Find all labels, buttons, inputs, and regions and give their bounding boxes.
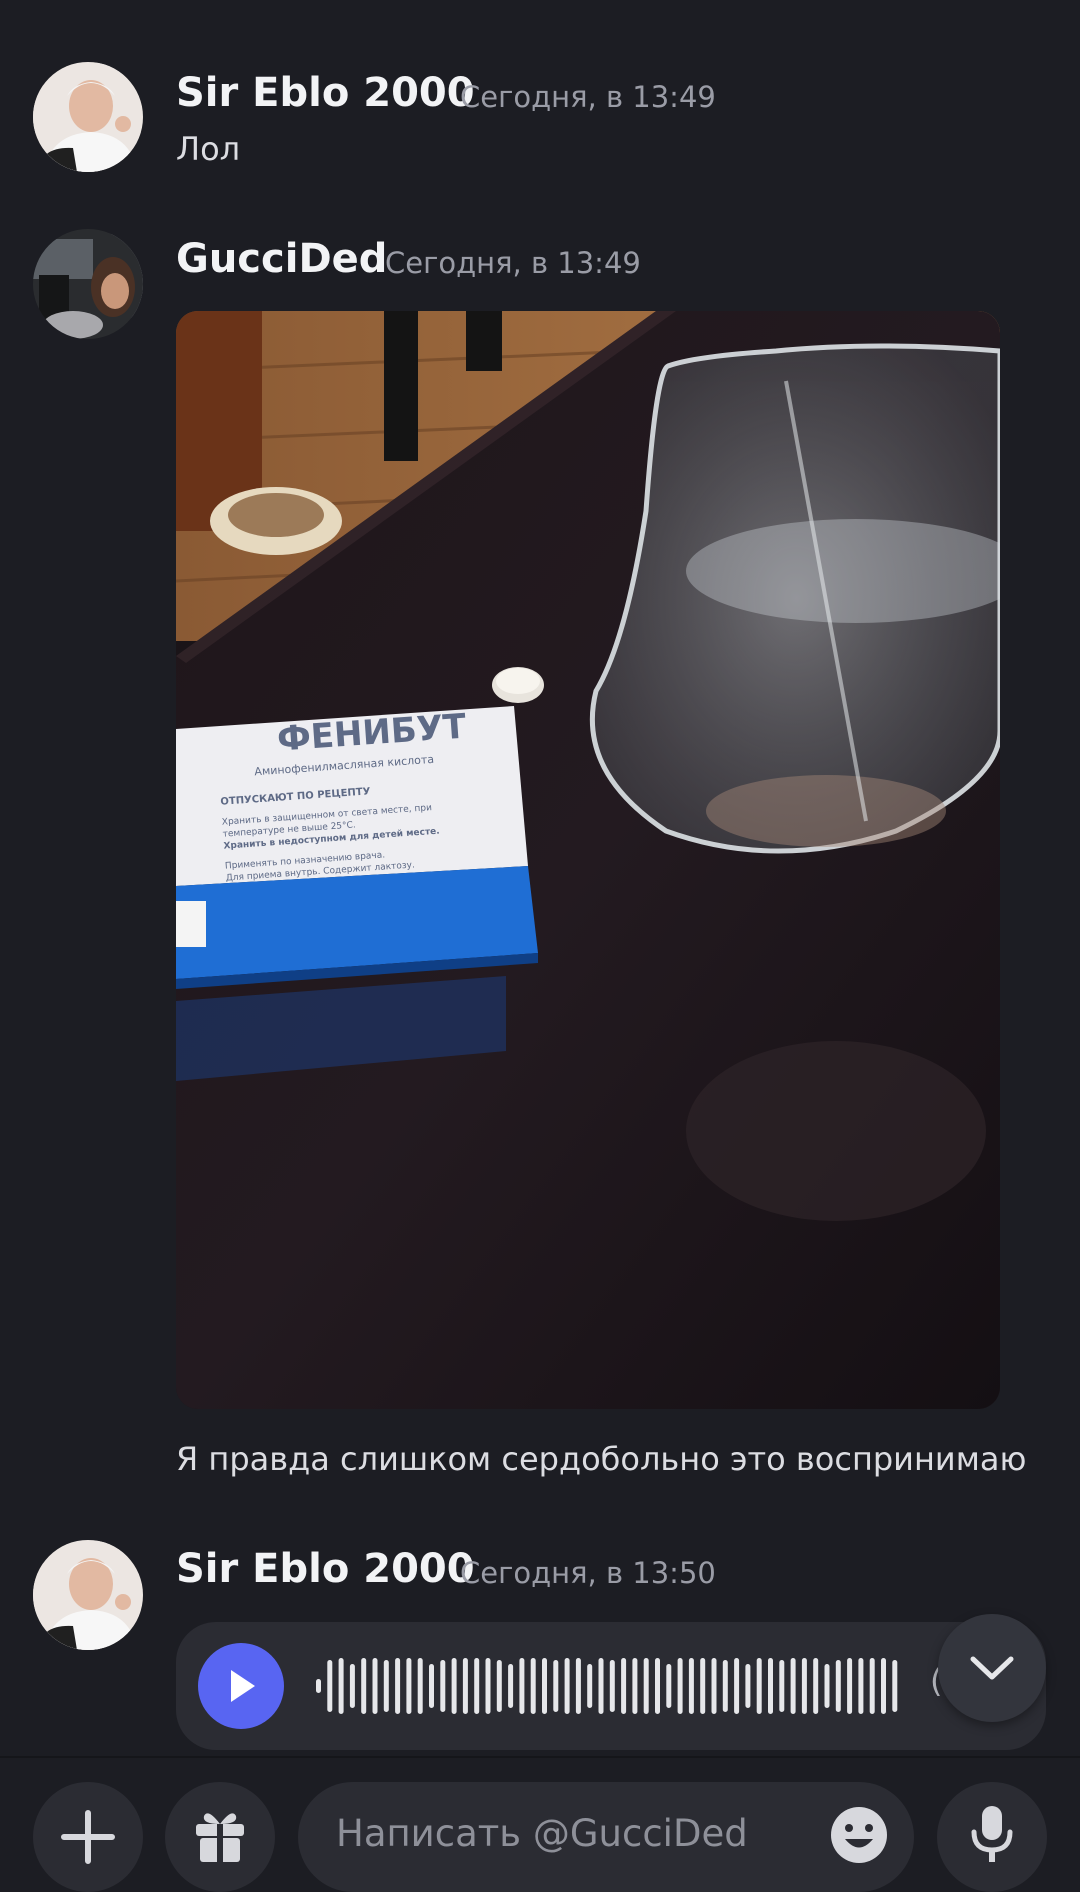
- avatar[interactable]: [33, 1540, 143, 1650]
- play-icon: [231, 1670, 255, 1702]
- waveform-bar: [395, 1658, 401, 1714]
- waveform-bar: [892, 1660, 898, 1712]
- waveform-bar: [530, 1658, 536, 1714]
- waveform-bar: [508, 1664, 514, 1708]
- message-timestamp: Сегодня, в 13:49: [385, 246, 641, 280]
- waveform-bar: [338, 1658, 344, 1714]
- waveform-bar: [722, 1660, 728, 1712]
- waveform-bar: [462, 1658, 468, 1714]
- waveform-bar: [474, 1658, 480, 1714]
- plus-icon: [61, 1810, 115, 1864]
- avatar[interactable]: [33, 229, 143, 339]
- waveform-bar: [858, 1658, 864, 1714]
- waveform-bar: [327, 1660, 333, 1712]
- waveform-bar: [361, 1658, 367, 1714]
- waveform-bar: [813, 1658, 819, 1714]
- waveform-bar: [756, 1658, 762, 1714]
- waveform-bar: [666, 1664, 672, 1708]
- waveform-bar: [429, 1664, 434, 1708]
- waveform-bar: [655, 1658, 660, 1714]
- waveform-bar: [316, 1679, 321, 1693]
- waveform-bar: [451, 1658, 457, 1714]
- waveform-bar: [632, 1658, 638, 1714]
- waveform-bar: [688, 1658, 694, 1714]
- waveform-bar: [779, 1660, 785, 1712]
- waveform-bar: [440, 1660, 446, 1712]
- emoji-icon[interactable]: [828, 1804, 890, 1866]
- chevron-down-icon: [970, 1656, 1014, 1680]
- gift-icon: [196, 1813, 244, 1862]
- gift-button[interactable]: [165, 1782, 275, 1892]
- waveform-bar: [768, 1658, 773, 1714]
- waveform-bar: [575, 1658, 581, 1714]
- waveform-bar: [847, 1658, 853, 1714]
- waveform-bar: [519, 1658, 525, 1714]
- waveform-bar: [383, 1660, 389, 1712]
- waveform-bar: [564, 1658, 570, 1714]
- waveform-bar: [643, 1658, 649, 1714]
- waveform-bar: [700, 1658, 706, 1714]
- waveform-bar: [587, 1664, 593, 1708]
- author-name[interactable]: Sir Eblo 2000: [176, 1546, 475, 1592]
- waveform-bar: [745, 1664, 751, 1708]
- waveform-bar: [598, 1658, 604, 1714]
- waveform-bar: [553, 1660, 559, 1712]
- waveform-bar: [417, 1658, 423, 1714]
- scroll-down-button[interactable]: [938, 1614, 1046, 1722]
- waveform-bar: [485, 1658, 491, 1714]
- waveform-bar: [621, 1658, 627, 1714]
- image-attachment[interactable]: ФЕНИБУТ Аминофенилмасляная кислота ОТПУС…: [176, 311, 1000, 1409]
- message-text: Лол: [176, 130, 241, 168]
- message-input[interactable]: [334, 1806, 818, 1860]
- waveform-bar: [801, 1658, 807, 1714]
- waveform-bar: [609, 1660, 615, 1712]
- message-input-box[interactable]: [298, 1782, 914, 1892]
- waveform-bar: [542, 1658, 547, 1714]
- waveform-bar: [677, 1658, 683, 1714]
- waveform[interactable]: [316, 1656, 906, 1716]
- message-text: Я правда слишком сердобольно это восприн…: [176, 1440, 1027, 1478]
- waveform-bar: [835, 1660, 841, 1712]
- play-button[interactable]: [198, 1643, 284, 1729]
- waveform-bar: [372, 1658, 378, 1714]
- voice-record-button[interactable]: [937, 1782, 1047, 1892]
- message-timestamp: Сегодня, в 13:49: [460, 80, 716, 114]
- waveform-bar: [734, 1658, 740, 1714]
- waveform-bar: [869, 1658, 875, 1714]
- avatar[interactable]: [33, 62, 143, 172]
- waveform-bar: [406, 1658, 412, 1714]
- microphone-icon: [971, 1806, 1013, 1862]
- add-button[interactable]: [33, 1782, 143, 1892]
- waveform-bar: [349, 1664, 355, 1708]
- waveform-bar: [496, 1660, 502, 1712]
- author-name[interactable]: GucciDed: [176, 236, 387, 282]
- waveform-bar: [790, 1658, 796, 1714]
- message-timestamp: Сегодня, в 13:50: [460, 1556, 716, 1590]
- waveform-bar: [881, 1658, 886, 1714]
- voice-message: (: [176, 1622, 1046, 1750]
- waveform-bar: [711, 1658, 717, 1714]
- author-name[interactable]: Sir Eblo 2000: [176, 70, 475, 116]
- waveform-bar: [824, 1664, 830, 1708]
